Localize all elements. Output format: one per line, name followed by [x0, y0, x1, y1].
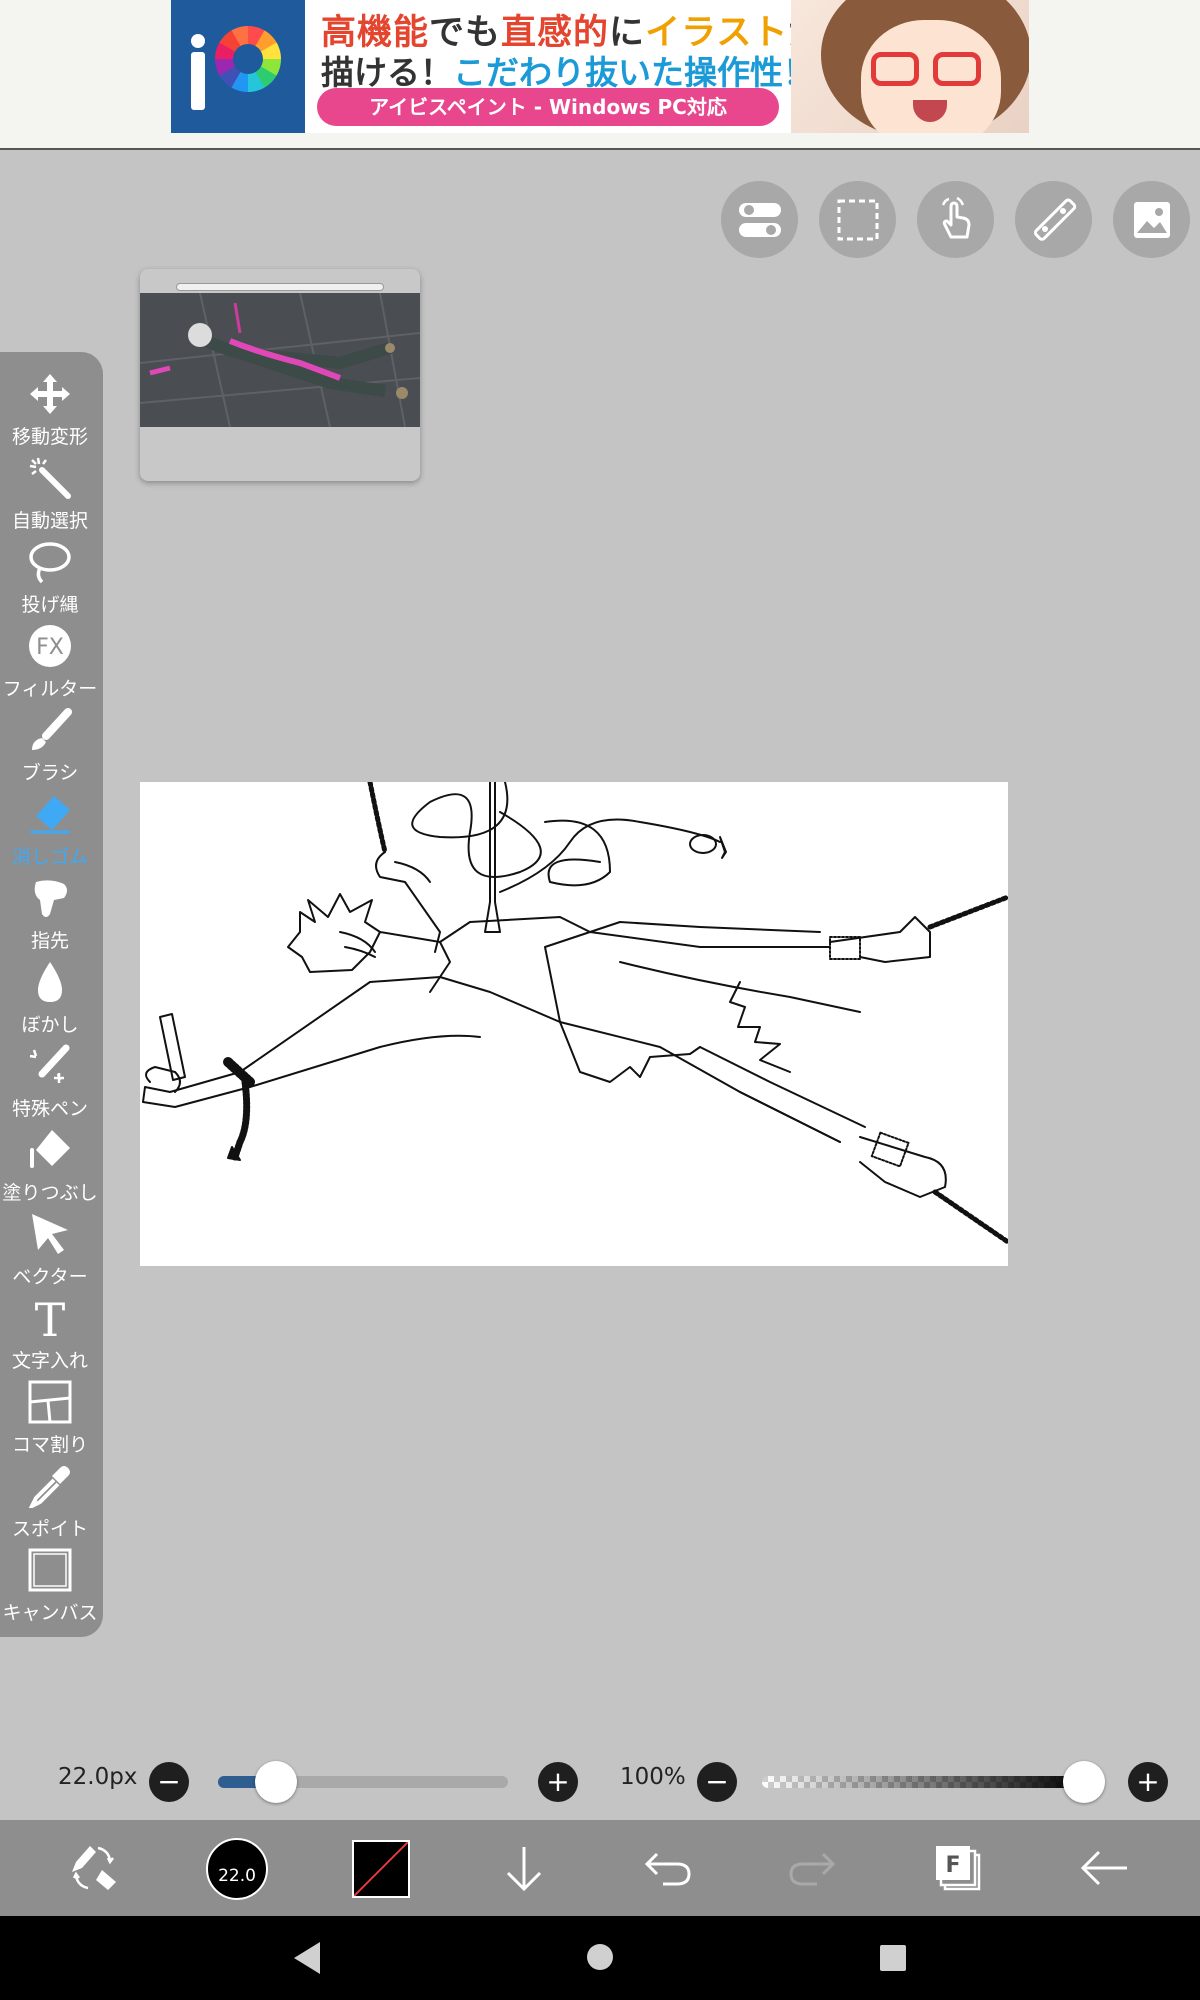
tool-fill[interactable]: 塗りつぶし [0, 1126, 100, 1210]
nav-home-icon[interactable] [585, 1942, 615, 1972]
system-navigation-bar [0, 1916, 1200, 2000]
vector-cursor-icon [32, 1214, 68, 1254]
nav-back-icon[interactable] [290, 1940, 324, 1976]
fill-bucket-icon [30, 1130, 70, 1168]
special-pen-icon [29, 1044, 70, 1083]
nav-recents-icon[interactable] [879, 1944, 907, 1972]
tool-finger[interactable]: 指先 [0, 874, 100, 958]
redo-icon [789, 1852, 836, 1886]
svg-text:T: T [35, 1296, 66, 1340]
svg-text:FX: FX [36, 635, 64, 660]
brush-size-slider-knob[interactable] [255, 1761, 297, 1803]
filter-fx-icon: FX [29, 625, 71, 667]
canvas-icon [28, 1548, 72, 1592]
undo-button[interactable] [638, 1838, 698, 1898]
layers-button[interactable]: F [928, 1838, 988, 1898]
ad-area: 高機能でも直感的にイラストが 描ける！こだわり抜いた操作性！ アイビスペイント … [0, 0, 1200, 150]
bottom-toolbar [0, 1820, 1200, 1916]
layers-icon: F [936, 1846, 981, 1891]
tool-swap-icon [72, 1846, 116, 1890]
tool-panel-divide[interactable]: コマ割り [0, 1378, 100, 1462]
eyedropper-icon [28, 1466, 70, 1508]
color-none-icon [354, 1842, 408, 1896]
magic-wand-icon [29, 457, 71, 499]
svg-text:F: F [945, 1853, 960, 1878]
back-arrow-icon [1080, 1850, 1127, 1886]
minus-icon: − [705, 1765, 729, 1798]
ad-cta-pill[interactable]: アイビスペイント - Windows PC対応 [317, 88, 779, 126]
ruler-button[interactable] [1015, 181, 1092, 258]
brush-size-value: 22.0px [58, 1764, 138, 1790]
reference-image-icon [1133, 201, 1170, 238]
brush-size-increase-button[interactable]: + [538, 1762, 578, 1802]
line-art-drawing [142, 782, 1008, 1245]
layer-down-icon [506, 1847, 542, 1892]
left-toolbar: 移動変形 自動選択 投げ縄 FX フィルター ブラシ 消しゴム 指先 ぼかし 特… [0, 352, 103, 1637]
touch-gesture-icon [941, 196, 970, 238]
tool-filter[interactable]: FX フィルター [0, 622, 100, 706]
ad-character-image [791, 0, 1029, 133]
redo-button[interactable] [782, 1838, 842, 1898]
toggle-settings-button[interactable] [721, 181, 798, 258]
ad-banner[interactable]: 高機能でも直感的にイラストが 描ける！こだわり抜いた操作性！ アイビスペイント … [171, 0, 1029, 133]
plus-icon: + [546, 1765, 570, 1798]
tool-text[interactable]: T 文字入れ [0, 1294, 100, 1378]
panel-divide-icon [28, 1380, 72, 1424]
opacity-increase-button[interactable]: + [1128, 1762, 1168, 1802]
brush-size-decrease-button[interactable]: − [149, 1762, 189, 1802]
brush-opacity-value: 100% [620, 1764, 686, 1790]
brush-size-button[interactable]: 22.0 [206, 1838, 268, 1900]
color-button[interactable] [352, 1840, 410, 1898]
tool-move-transform[interactable]: 移動変形 [0, 370, 100, 454]
back-button[interactable] [1074, 1838, 1134, 1898]
text-icon: T [35, 1296, 66, 1340]
undo-icon [644, 1852, 691, 1886]
tool-special-pen[interactable]: 特殊ペン [0, 1042, 100, 1126]
opacity-slider-knob[interactable] [1063, 1761, 1105, 1803]
reference-window[interactable] [140, 269, 420, 481]
tool-eraser[interactable]: 消しゴム [0, 790, 100, 874]
reference-image [140, 293, 420, 427]
tool-eyedropper[interactable]: スポイト [0, 1462, 100, 1546]
tool-vector[interactable]: ベクター [0, 1210, 100, 1294]
toggle-settings-icon [738, 202, 781, 237]
move-transform-icon [30, 374, 70, 414]
tool-magic-wand[interactable]: 自動選択 [0, 454, 100, 538]
brush-icon [32, 708, 72, 750]
selection-button[interactable] [819, 181, 896, 258]
reference-window-handle[interactable] [176, 283, 384, 291]
finger-icon [34, 880, 67, 917]
selection-icon [837, 199, 878, 240]
tool-lasso[interactable]: 投げ縄 [0, 538, 100, 622]
minus-icon: − [157, 1765, 181, 1798]
blur-drop-icon [38, 962, 62, 1002]
tool-swap-button[interactable] [64, 1838, 124, 1898]
eraser-icon [30, 796, 70, 834]
ad-headline-2: 描ける！こだわり抜いた操作性！ [321, 53, 816, 92]
tool-blur[interactable]: ぼかし [0, 958, 100, 1042]
layer-down-button[interactable] [494, 1838, 554, 1898]
drawing-canvas[interactable] [140, 782, 1008, 1266]
ibispaint-logo [171, 0, 305, 133]
brush-size-badge: 22.0 [218, 1866, 256, 1886]
tool-brush[interactable]: ブラシ [0, 706, 100, 790]
ruler-icon [1033, 198, 1076, 241]
opacity-decrease-button[interactable]: − [697, 1762, 737, 1802]
opacity-slider[interactable] [762, 1776, 1088, 1788]
reference-image-button[interactable] [1113, 181, 1190, 258]
touch-gesture-button[interactable] [917, 181, 994, 258]
plus-icon: + [1136, 1765, 1160, 1798]
tool-canvas[interactable]: キャンバス [0, 1546, 100, 1630]
lasso-icon [29, 542, 71, 584]
